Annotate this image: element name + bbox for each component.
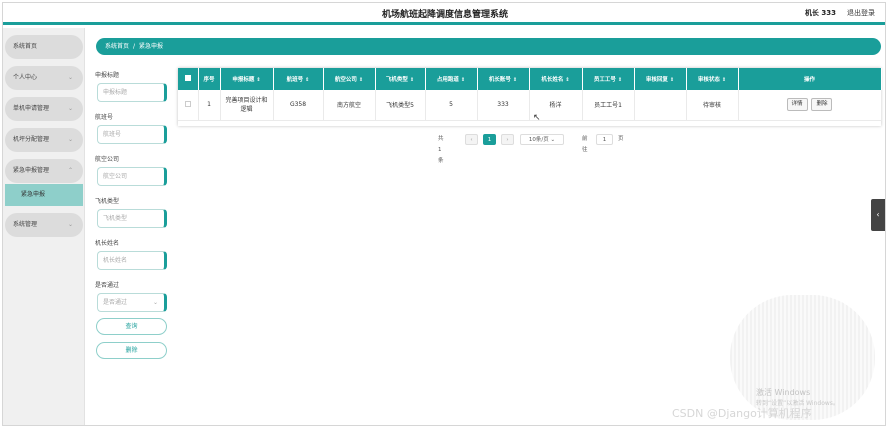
page-size-value: 10条/页 <box>528 137 549 143</box>
cell-index: 1 <box>198 90 221 121</box>
column-header[interactable]: 员工工号 ⇕ <box>582 68 635 90</box>
aircraft-filter-input[interactable]: 飞机类型 <box>97 209 167 228</box>
breadcrumb-home[interactable]: 系统首页 <box>105 43 129 50</box>
sort-icon[interactable]: ⇕ <box>410 77 414 83</box>
cell-review-status: 待审核 <box>686 90 739 121</box>
column-header[interactable]: 机长姓名 ⇕ <box>529 68 583 90</box>
goto-page-input[interactable]: 1 <box>596 134 613 145</box>
batch-delete-button[interactable]: 删除 <box>96 342 167 359</box>
sidebar-item-apron-allocation[interactable]: 机坪分配管理 ⌄ <box>5 128 83 152</box>
sort-icon[interactable]: ⇕ <box>513 77 517 83</box>
data-table: 序号 申报标题 ⇕ 航班号 ⇕ 航空公司 ⇕ 飞机类型 ⇕ 占用跑道 ⇕ 机长账号 ⇕ 机长… <box>178 68 882 126</box>
column-header[interactable]: 占用跑道 ⇕ <box>425 68 478 90</box>
sidebar-item-profile[interactable]: 个人中心 ⌄ <box>5 66 83 90</box>
airline-filter-label: 航空公司 <box>95 156 120 163</box>
cell-review-reply <box>634 90 687 121</box>
select-all-checkbox[interactable] <box>178 68 199 90</box>
sort-icon[interactable]: ⇕ <box>670 77 674 83</box>
flight-filter-label: 航班号 <box>95 114 114 121</box>
breadcrumb-current: 紧急申报 <box>139 43 164 50</box>
cell-title: 完善项目设计和逻辑 <box>220 90 274 121</box>
page-unit-label: 页 <box>618 136 624 142</box>
sort-icon[interactable]: ⇕ <box>305 77 309 83</box>
cell-runway: 5 <box>425 90 478 121</box>
approved-filter-select[interactable]: 是否通过 ⌄ <box>97 293 167 312</box>
app-title: 机场航班起降调度信息管理系统 <box>381 10 508 20</box>
title-filter-input[interactable]: 申报标题 <box>97 83 167 102</box>
cell-flight: G358 <box>273 90 324 121</box>
top-bar: 机场航班起降调度信息管理系统 机长 333 退出登录 <box>3 3 885 25</box>
chevron-up-icon: ⌃ <box>67 167 73 174</box>
table-row: 1 完善项目设计和逻辑 G358 南方航空 飞机类型5 5 333 杨洋 员工工… <box>178 90 882 121</box>
sidebar-subitem-emergency-report[interactable]: 紧急申报 <box>5 184 83 206</box>
page-1-button[interactable]: 1 <box>483 134 496 145</box>
column-header[interactable]: 飞机类型 ⇕ <box>375 68 426 90</box>
sidebar-item-emergency-management[interactable]: 紧急申报管理 ⌃ <box>5 159 83 183</box>
logout-link[interactable]: 退出登录 <box>847 8 875 18</box>
goto-label: 前往 <box>582 136 588 153</box>
chevron-down-icon: ⌄ <box>67 136 73 143</box>
column-header[interactable]: 航班号 ⇕ <box>273 68 324 90</box>
sort-icon[interactable]: ⇕ <box>565 77 569 83</box>
breadcrumb: 系统首页 / 紧急申报 <box>96 38 881 55</box>
delete-button[interactable]: 删除 <box>811 98 833 112</box>
approved-filter-label: 是否通过 <box>95 282 120 289</box>
total-count: 共 1 条 <box>438 136 444 164</box>
cell-actions: 详情 删除 <box>738 90 882 121</box>
detail-button[interactable]: 详情 <box>786 98 808 112</box>
chevron-down-icon: ⌄ <box>152 299 158 306</box>
sort-icon[interactable]: ⇕ <box>461 77 465 83</box>
aircraft-filter-label: 飞机类型 <box>95 198 120 205</box>
sort-icon[interactable]: ⇕ <box>722 77 726 83</box>
table-header-row: 序号 申报标题 ⇕ 航班号 ⇕ 航空公司 ⇕ 飞机类型 ⇕ 占用跑道 ⇕ 机长账号 ⇕ 机长… <box>178 68 882 90</box>
sidebar-item-label: 系统管理 <box>13 221 38 228</box>
sidebar-item-label: 单机申请管理 <box>13 105 50 112</box>
chevron-down-icon: ⌄ <box>67 74 73 81</box>
column-header[interactable]: 机长账号 ⇕ <box>477 68 530 90</box>
sidebar-item-system[interactable]: 系统管理 ⌄ <box>5 213 83 237</box>
mouse-cursor-icon: ↖ <box>533 113 541 123</box>
search-button[interactable]: 查询 <box>96 318 167 335</box>
chevron-down-icon: ⌄ <box>67 105 73 112</box>
sidebar-item-label: 紧急申报管理 <box>13 167 50 174</box>
breadcrumb-separator: / <box>133 43 136 50</box>
cell-aircraft: 飞机类型5 <box>375 90 426 121</box>
sidebar-item-label: 系统首页 <box>13 43 38 50</box>
captain-filter-input[interactable]: 机长姓名 <box>97 251 167 270</box>
column-header[interactable]: 申报标题 ⇕ <box>220 68 274 90</box>
captain-filter-label: 机长姓名 <box>95 240 120 247</box>
chevron-down-icon: ⌄ <box>550 137 556 143</box>
page-size-select[interactable]: 10条/页 ⌄ <box>520 134 564 145</box>
cell-captain-account: 333 <box>477 90 530 121</box>
row-checkbox[interactable] <box>178 90 199 121</box>
windows-activation-notice: 激活 Windows <box>756 388 811 397</box>
column-header[interactable]: 审核回复 ⇕ <box>634 68 687 90</box>
prev-page-button[interactable]: ‹ <box>465 134 478 145</box>
cell-airline: 南方航空 <box>323 90 376 121</box>
sidebar-item-home[interactable]: 系统首页 <box>5 35 83 59</box>
csdn-watermark: CSDN @Django计算机程序 <box>672 407 812 420</box>
airline-filter-input[interactable]: 航空公司 <box>97 167 167 186</box>
cell-staff-id: 员工工号1 <box>582 90 635 121</box>
sort-icon[interactable]: ⇕ <box>359 77 363 83</box>
sort-icon[interactable]: ⇕ <box>256 77 260 83</box>
sidebar-item-label: 机坪分配管理 <box>13 136 50 143</box>
column-header[interactable]: 审核状态 ⇕ <box>686 68 739 90</box>
sidebar-item-aircraft-request[interactable]: 单机申请管理 ⌄ <box>5 97 83 121</box>
next-page-button[interactable]: › <box>501 134 514 145</box>
sidebar: 系统首页 个人中心 ⌄ 单机申请管理 ⌄ 机坪分配管理 ⌄ 紧急申报管理 ⌃ 紧急申报 … <box>3 28 85 425</box>
chevron-down-icon: ⌄ <box>67 221 73 228</box>
flight-filter-input[interactable]: 航班号 <box>97 125 167 144</box>
column-header: 序号 <box>198 68 221 90</box>
sort-icon[interactable]: ⇕ <box>618 77 622 83</box>
approved-select-value: 是否通过 <box>103 299 128 306</box>
sidebar-item-label: 个人中心 <box>13 74 38 81</box>
current-user: 机长 333 <box>804 9 836 17</box>
column-header: 操作 <box>738 68 882 90</box>
title-filter-label: 申报标题 <box>95 72 120 79</box>
chevron-left-icon[interactable]: ‹ <box>871 199 885 231</box>
column-header[interactable]: 航空公司 ⇕ <box>323 68 376 90</box>
